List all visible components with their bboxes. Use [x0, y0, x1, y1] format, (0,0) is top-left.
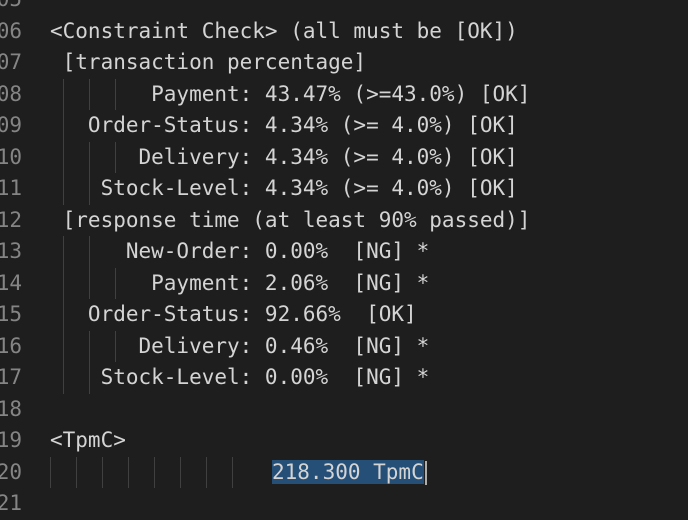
line-number: 05 — [0, 0, 22, 16]
line-text[interactable]: Payment: 2.06% [NG] * — [50, 268, 429, 300]
indent-guide — [76, 456, 77, 488]
line-text[interactable]: Order-Status: 4.34% (>= 4.0%) [OK] — [50, 110, 518, 142]
line-number: 13 — [0, 239, 22, 263]
line-number: 18 — [0, 396, 22, 421]
editor-line[interactable]: 08 Payment: 43.47% (>=43.0%) [OK] — [0, 78, 688, 111]
line-number: 11 — [0, 176, 22, 200]
indent-guide — [154, 456, 155, 488]
editor-line[interactable]: 14 Payment: 2.06% [NG] * — [0, 267, 688, 300]
editor-line[interactable]: 18 — [0, 394, 688, 426]
editor-line[interactable]: 20 218.300 TpmC — [0, 456, 688, 489]
line-number: 14 — [0, 270, 22, 295]
line-number: 16 — [0, 333, 22, 358]
indent-guide — [50, 456, 51, 488]
line-number: 09 — [0, 113, 22, 137]
indent-guide — [128, 456, 129, 488]
editor-line[interactable]: 09 Order-Status: 4.34% (>= 4.0%) [OK] — [0, 110, 688, 142]
line-text[interactable]: Stock-Level: 0.00% [NG] * — [50, 362, 430, 394]
text-editor[interactable]: 05 06 <Constraint Check> (all must be [O… — [0, 0, 688, 515]
line-number: 20 — [0, 459, 22, 484]
line-text[interactable]: <TpmC> — [50, 425, 126, 457]
line-text[interactable]: Stock-Level: 4.34% (>= 4.0%) [OK] — [50, 173, 518, 205]
line-text[interactable]: New-Order: 0.00% [NG] * — [50, 236, 429, 268]
line-text[interactable]: <Constraint Check> (all must be [OK]) — [50, 16, 518, 48]
editor-line[interactable]: 15 Order-Status: 92.66% [OK] — [0, 299, 688, 331]
line-text[interactable]: Delivery: 0.46% [NG] * — [50, 331, 430, 363]
editor-line[interactable]: 13 New-Order: 0.00% [NG] * — [0, 236, 688, 268]
line-text[interactable]: 218.300 TpmC — [272, 457, 427, 489]
line-number: 06 — [0, 18, 22, 43]
editor-line[interactable]: 16 Delivery: 0.46% [NG] * — [0, 330, 688, 363]
editor-line[interactable]: 07 [transaction percentage] — [0, 47, 688, 79]
line-text[interactable]: Order-Status: 92.66% [OK] — [50, 299, 417, 331]
text-cursor — [424, 460, 427, 485]
line-number: 07 — [0, 50, 22, 74]
indent-guide — [180, 456, 181, 488]
editor-line[interactable]: 06 <Constraint Check> (all must be [OK]) — [0, 16, 688, 48]
line-text[interactable]: Payment: 43.47% (>=43.0%) [OK] — [50, 79, 530, 111]
editor-line[interactable]: 12 [response time (at least 90% passed)] — [0, 205, 688, 237]
editor-line[interactable]: 10 Delivery: 4.34% (>= 4.0%) [OK] — [0, 141, 688, 174]
line-text[interactable]: Delivery: 4.34% (>= 4.0%) [OK] — [50, 142, 518, 174]
line-number: 19 — [0, 428, 22, 452]
line-number: 12 — [0, 207, 22, 232]
line-text[interactable]: [transaction percentage] — [50, 47, 366, 79]
editor-line[interactable]: 11 Stock-Level: 4.34% (>= 4.0%) [OK] — [0, 173, 688, 205]
indent-guide — [206, 456, 207, 488]
editor-line[interactable]: 05 — [0, 0, 688, 16]
line-number: 10 — [0, 144, 22, 169]
selected-text[interactable]: 218.300 TpmC — [272, 459, 424, 484]
line-number: 15 — [0, 302, 22, 326]
editor-line[interactable]: 17 Stock-Level: 0.00% [NG] * — [0, 362, 688, 394]
indent-guide — [232, 456, 233, 488]
line-text[interactable]: [response time (at least 90% passed)] — [50, 205, 531, 237]
line-number: 17 — [0, 365, 22, 389]
line-number: 08 — [0, 81, 22, 106]
editor-line[interactable]: 19 <TpmC> — [0, 425, 688, 457]
indent-guide — [102, 456, 103, 488]
